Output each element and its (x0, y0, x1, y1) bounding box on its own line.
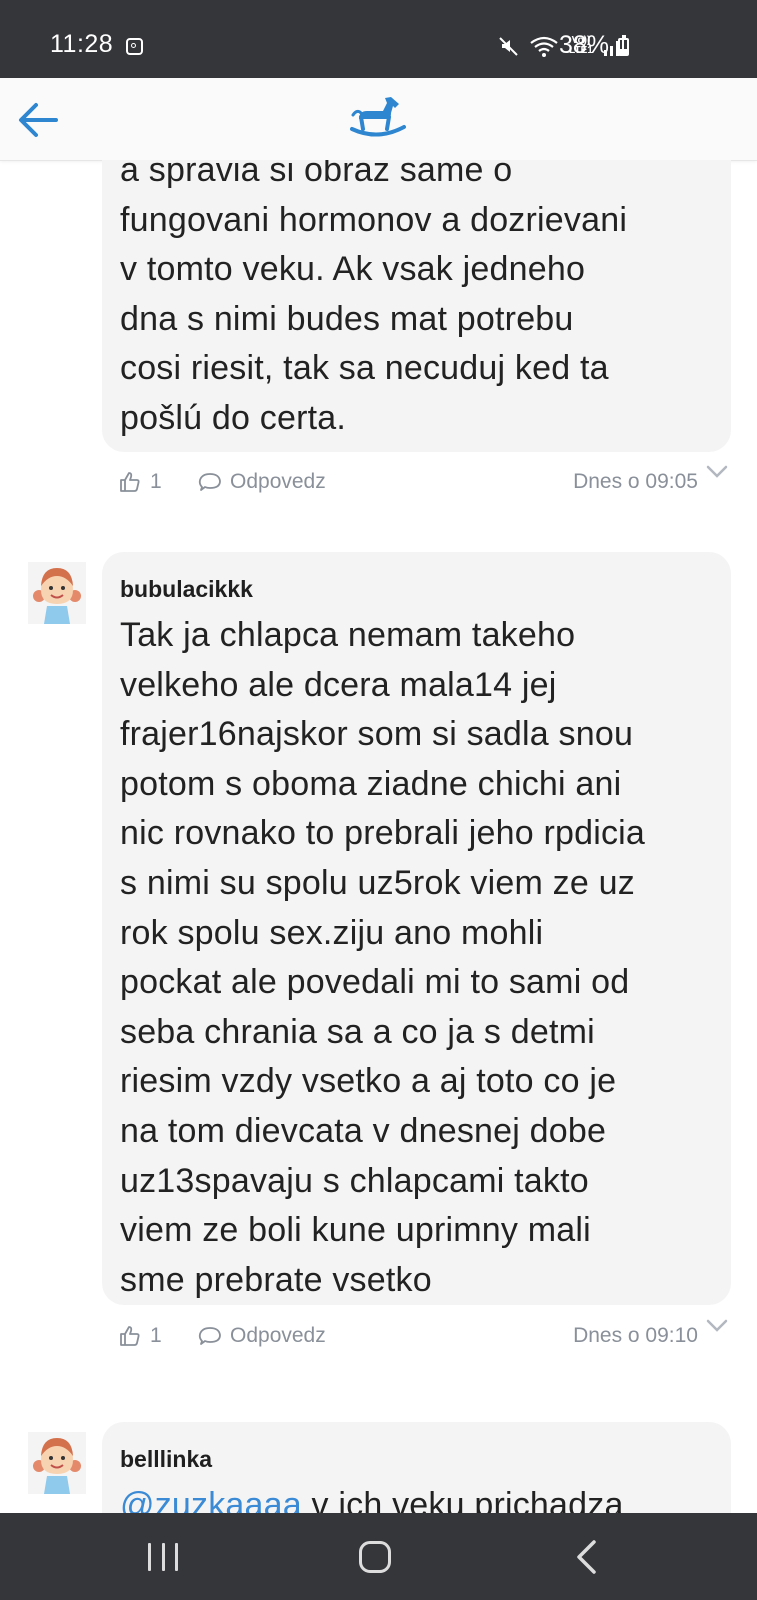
user-mention-link[interactable]: @zuzkaaaa (120, 1486, 302, 1513)
battery-percent: 38% (559, 31, 610, 59)
avatar[interactable] (28, 562, 86, 624)
comment-timestamp: Dnes o 09:10 (573, 1324, 698, 1347)
comment-bubble: belllinka @zuzkaaaa v ich veku prichadza (102, 1422, 731, 1513)
rocking-horse-logo[interactable] (349, 95, 407, 141)
avatar[interactable] (28, 1432, 86, 1494)
comment-meta: 1 Odpovedz Dnes o 09:10 (118, 1324, 698, 1354)
thumbs-up-icon (120, 472, 140, 492)
back-icon[interactable] (574, 1539, 598, 1575)
battery-icon (618, 35, 629, 56)
status-time: 11:28 (50, 30, 114, 58)
like-button[interactable]: 1 (118, 1324, 162, 1348)
back-arrow-icon[interactable] (16, 100, 60, 140)
app-bar (0, 78, 757, 161)
wifi-icon (530, 36, 558, 57)
mute-icon (499, 37, 518, 56)
home-icon[interactable] (359, 1541, 391, 1573)
chevron-down-icon[interactable] (706, 465, 728, 479)
instagram-notification-icon (126, 38, 143, 55)
thumbs-up-icon (120, 1326, 140, 1346)
comments-feed[interactable]: a spravia si obraz same o fungovani horm… (0, 160, 757, 1513)
chevron-down-icon[interactable] (706, 1319, 728, 1333)
reply-button[interactable]: Odpovedz (198, 470, 326, 494)
comment-text-fragment: v ich veku prichadza (301, 1486, 624, 1513)
comment-timestamp: Dnes o 09:05 (573, 470, 698, 493)
comment-meta: 1 Odpovedz Dnes o 09:05 (118, 470, 698, 500)
like-count: 1 (150, 470, 162, 493)
speech-bubble-icon (198, 1327, 221, 1345)
comment-text: a spravia si obraz same o fungovani horm… (120, 160, 628, 437)
reply-button[interactable]: Odpovedz (198, 1324, 326, 1348)
recent-apps-icon[interactable] (148, 1543, 178, 1571)
reply-label: Odpovedz (230, 470, 326, 493)
comment-bubble: bubulacikkk Tak ja chlapca nemam takeho … (102, 552, 731, 1305)
like-button[interactable]: 1 (118, 470, 162, 494)
speech-bubble-icon (198, 473, 221, 491)
reply-label: Odpovedz (230, 1324, 326, 1347)
comment-text: @zuzkaaaa v ich veku prichadza (120, 1481, 713, 1513)
comment-author: belllinka (120, 1446, 213, 1472)
like-count: 1 (150, 1324, 162, 1347)
comment-author: bubulacikkk (120, 576, 253, 602)
comment-bubble: a spravia si obraz same o fungovani horm… (102, 160, 731, 452)
status-bar: 11:28 Vo)) LTE1 38% (0, 0, 757, 78)
system-nav-bar (0, 1513, 757, 1600)
comment-text: Tak ja chlapca nemam takeho velkeho ale … (120, 616, 646, 1299)
